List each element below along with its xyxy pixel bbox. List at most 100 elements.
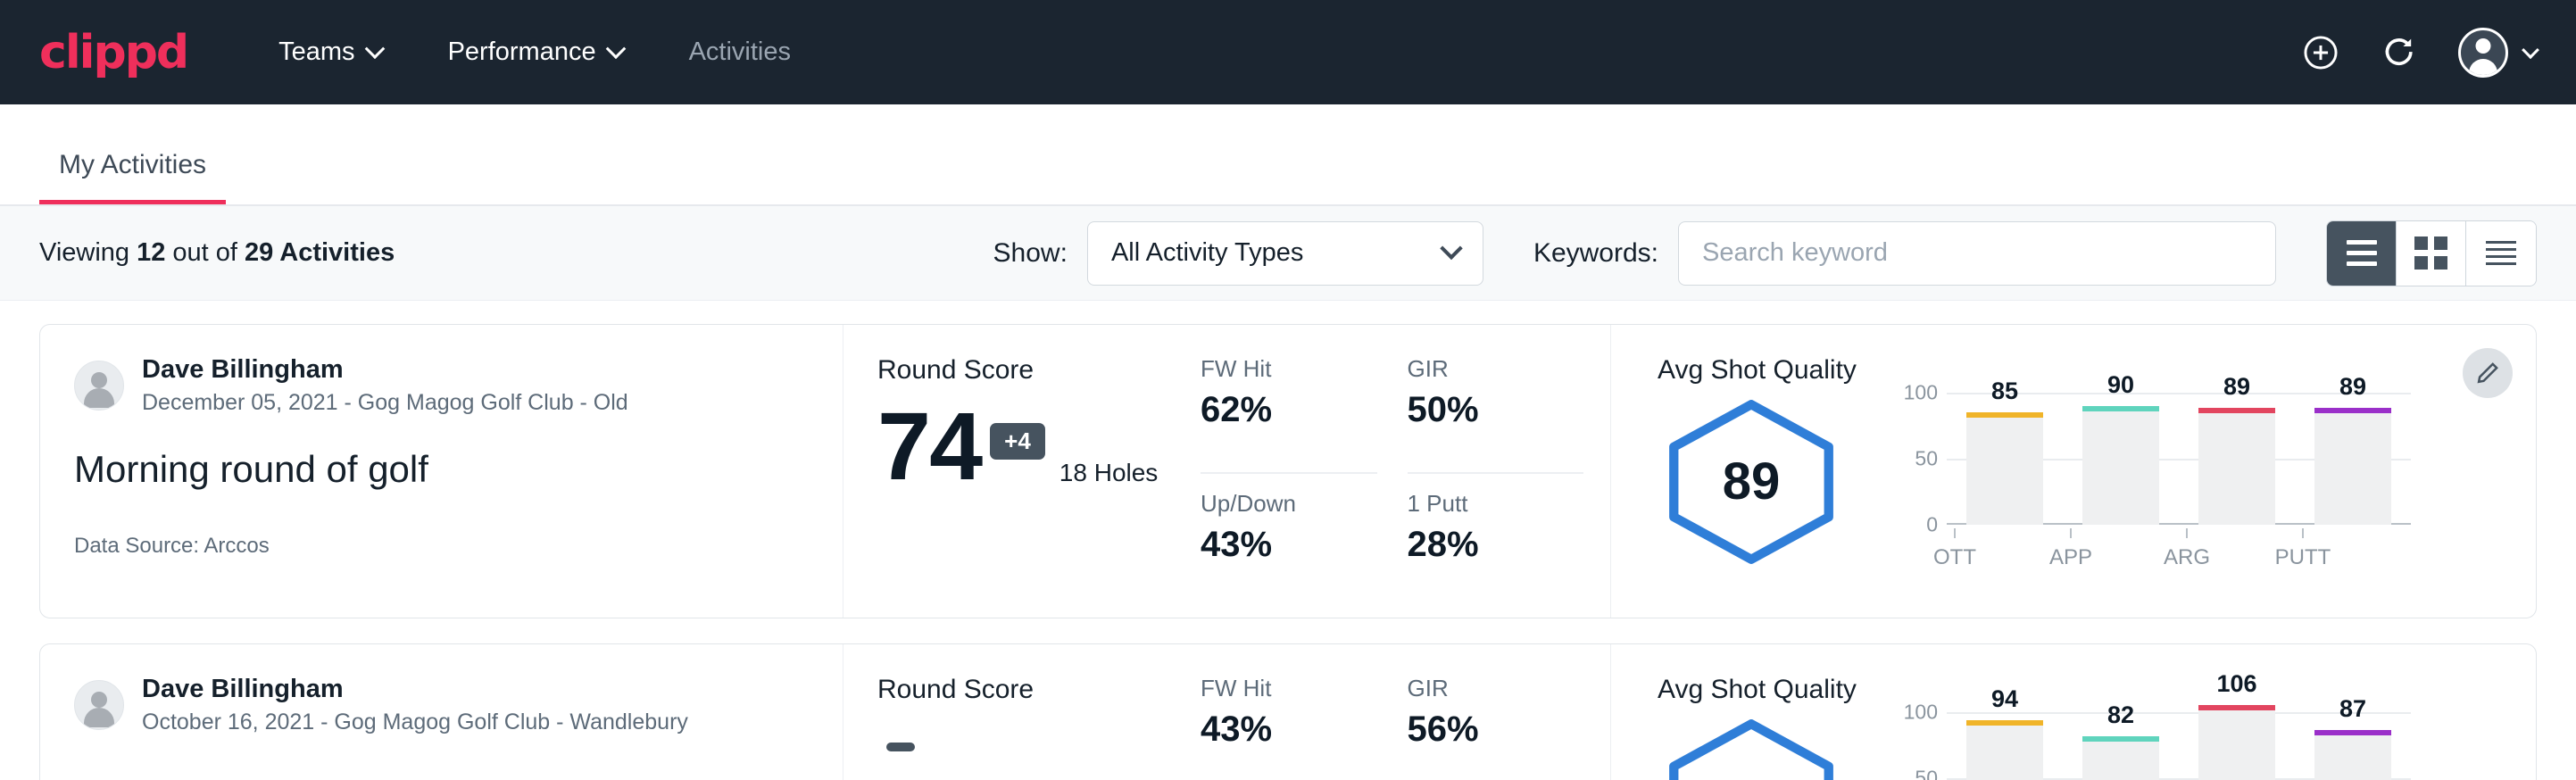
bar-arg-cap [2198, 705, 2275, 710]
shot-quality-bar-chart: 100 50 0 85 [1895, 393, 2411, 525]
filter-controls: Show: All Activity Types Keywords: [993, 220, 2537, 286]
activity-type-select-value: All Activity Types [1111, 238, 1303, 268]
chart-bars: 94 82 106 [1947, 712, 2411, 780]
bar-putt: 87 [2314, 712, 2391, 780]
clippd-logo[interactable]: clippd [39, 26, 187, 79]
round-score-value: 74 [877, 398, 981, 494]
bar-ott-value: 85 [1966, 378, 2043, 405]
activity-card[interactable]: Dave Billingham December 05, 2021 - Gog … [39, 324, 2537, 618]
list-view-button[interactable] [2327, 221, 2397, 286]
chevron-down-icon [364, 38, 385, 59]
stat-fw-hit-label: FW Hit [1201, 675, 1377, 702]
shot-quality-bar-chart: 100 50 0 94 [1895, 712, 2411, 780]
avg-shot-quality-body: 89 100 50 0 [1658, 393, 2500, 570]
x-label-app: APP [2032, 545, 2109, 570]
compact-list-icon [2486, 241, 2516, 265]
nav-item-activities[interactable]: Activities [684, 29, 796, 76]
stat-gir-value: 56% [1408, 709, 1584, 750]
nav-item-teams[interactable]: Teams [273, 29, 386, 76]
account-menu[interactable] [2458, 28, 2537, 78]
bar-app-cap [2082, 406, 2159, 411]
stat-gir-label: GIR [1408, 675, 1584, 702]
y-tick-50: 50 [1915, 447, 1938, 471]
quality-hexagon [1658, 717, 1845, 780]
chart-plot-area: 94 82 106 [1947, 712, 2411, 780]
tab-my-activities[interactable]: My Activities [39, 150, 226, 204]
stat-1-putt: 1 Putt 28% [1408, 474, 1584, 591]
x-tick-app: APP [2032, 528, 2109, 570]
bar-app: 82 [2082, 712, 2159, 780]
show-label: Show: [993, 238, 1068, 269]
grid-icon [2414, 236, 2447, 270]
bar-app-value: 90 [2082, 371, 2159, 399]
y-tick-100: 100 [1904, 701, 1938, 725]
avg-shot-quality-section: Avg Shot Quality 89 100 50 0 [1611, 325, 2536, 618]
bar-arg: 106 [2198, 712, 2275, 780]
compact-view-button[interactable] [2466, 221, 2536, 286]
x-tick-arg: ARG [2148, 528, 2225, 570]
plus-circle-icon[interactable] [2301, 33, 2340, 72]
tick-mark [2186, 528, 2188, 538]
x-label-arg: ARG [2148, 545, 2225, 570]
quality-score-value [1658, 717, 1845, 780]
bar-arg-cap [2198, 408, 2275, 413]
viewing-count-text: Viewing 12 out of 29 Activities [39, 238, 395, 268]
stat-gir: GIR 56% [1408, 675, 1584, 780]
avatar [2458, 28, 2508, 78]
bar-ott: 94 [1966, 712, 2043, 780]
player-row: Dave Billingham December 05, 2021 - Gog … [74, 355, 809, 416]
viewing-prefix: Viewing [39, 238, 137, 267]
activity-summary: Dave Billingham December 05, 2021 - Gog … [40, 325, 843, 618]
bar-putt-cap [2314, 408, 2391, 413]
nav-right-actions [2301, 28, 2537, 78]
score-to-par-badge: +4 [990, 423, 1045, 460]
viewing-mid: out of [165, 238, 245, 267]
avg-shot-quality-section: Avg Shot Quality 100 50 0 [1611, 644, 2536, 780]
quality-chart-wrapper: 100 50 0 85 [1845, 393, 2411, 570]
bar-putt: 89 [2314, 393, 2391, 525]
stat-up-down-value: 43% [1201, 525, 1377, 565]
activity-meta: October 16, 2021 - Gog Magog Golf Club -… [142, 709, 688, 735]
chart-bars: 85 90 89 [1947, 393, 2411, 525]
nav-item-performance[interactable]: Performance [443, 29, 628, 76]
stat-1-putt-value: 28% [1408, 525, 1584, 565]
activity-type-select[interactable]: All Activity Types [1087, 221, 1483, 286]
chart-plot-area: 85 90 89 [1947, 393, 2411, 525]
player-name: Dave Billingham [142, 355, 628, 385]
x-label-putt: PUTT [2264, 545, 2341, 570]
filter-bar: Viewing 12 out of 29 Activities Show: Al… [0, 206, 2576, 301]
pencil-icon [2474, 360, 2501, 386]
tab-strip: My Activities [0, 104, 2576, 206]
bar-arg: 89 [2198, 393, 2275, 525]
quality-chart-wrapper: 100 50 0 94 [1845, 712, 2411, 780]
tick-mark [1954, 528, 1956, 538]
bar-arg-value: 106 [2198, 670, 2275, 698]
activity-card[interactable]: Dave Billingham October 16, 2021 - Gog M… [39, 643, 2537, 780]
round-stats: FW Hit 62% GIR 50% Up/Down 43% 1 Putt 28… [1201, 325, 1611, 618]
stat-up-down: Up/Down 43% [1201, 474, 1377, 591]
bar-app-cap [2082, 736, 2159, 742]
bar-putt-value: 89 [2314, 373, 2391, 401]
avatar [74, 680, 124, 730]
search-input[interactable] [1678, 221, 2276, 286]
round-stats: FW Hit 43% GIR 56% [1201, 644, 1611, 780]
grid-view-button[interactable] [2397, 221, 2466, 286]
round-score-label: Round Score [877, 675, 1174, 705]
stat-gir: GIR 50% [1408, 355, 1584, 474]
chevron-down-icon [2522, 41, 2539, 59]
chart-x-axis: OTT APP ARG PUTT [1897, 528, 2361, 570]
avg-shot-quality-body: 100 50 0 94 [1658, 712, 2500, 780]
bar-putt-value: 87 [2314, 695, 2391, 723]
edit-activity-button[interactable] [2463, 348, 2513, 398]
player-name: Dave Billingham [142, 675, 688, 704]
stat-gir-label: GIR [1408, 355, 1584, 383]
quality-hexagon: 89 [1658, 397, 1845, 567]
stat-up-down-label: Up/Down [1201, 490, 1377, 518]
main-nav-items: Teams Performance Activities [273, 29, 796, 76]
y-tick-100: 100 [1904, 381, 1938, 405]
refresh-icon[interactable] [2380, 33, 2419, 72]
quality-score-value: 89 [1658, 397, 1845, 567]
view-toggle-group [2326, 220, 2537, 286]
top-navigation-bar: clippd Teams Performance Activities [0, 0, 2576, 104]
activity-title: Morning round of golf [74, 448, 809, 491]
